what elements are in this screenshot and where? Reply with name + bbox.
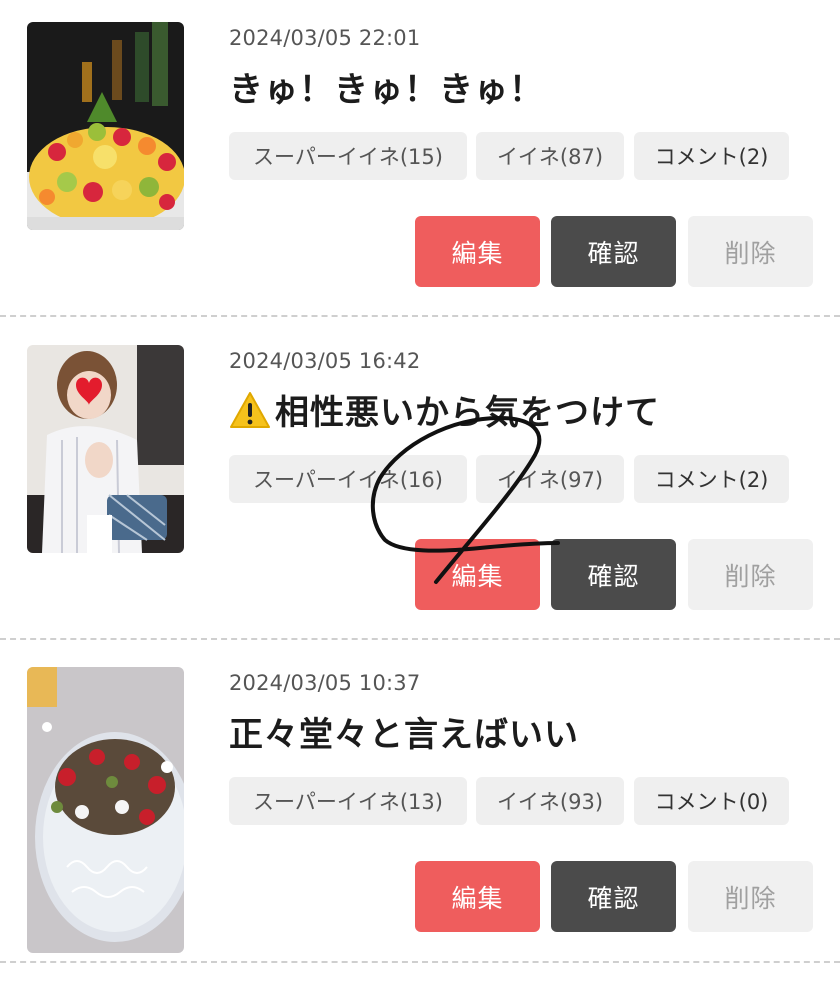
super-like-count[interactable]: スーパーイイネ(16) — [229, 455, 467, 503]
comment-count[interactable]: コメント(2) — [634, 455, 789, 503]
delete-button[interactable]: 削除 — [688, 861, 813, 932]
post-title[interactable]: きゅ！きゅ！きゅ！ — [229, 62, 544, 111]
delete-button[interactable]: 削除 — [688, 539, 813, 610]
super-like-count[interactable]: スーパーイイネ(13) — [229, 777, 467, 825]
post-timestamp: 2024/03/05 22:01 — [229, 26, 421, 50]
edit-button[interactable]: 編集 — [415, 861, 540, 932]
post-timestamp: 2024/03/05 16:42 — [229, 349, 421, 373]
post-divider — [0, 315, 840, 317]
like-count[interactable]: イイネ(93) — [476, 777, 624, 825]
post-title[interactable]: 相性悪いから気をつけて — [229, 385, 660, 434]
post-thumbnail[interactable] — [27, 22, 184, 230]
like-count[interactable]: イイネ(87) — [476, 132, 624, 180]
post-title-text: きゅ！きゅ！きゅ！ — [229, 70, 544, 110]
post-title[interactable]: 正々堂々と言えばいい — [229, 707, 579, 756]
fruit-platter-photo — [27, 22, 184, 230]
confirm-button[interactable]: 確認 — [551, 861, 676, 932]
comment-count[interactable]: コメント(2) — [634, 132, 789, 180]
confirm-button[interactable]: 確認 — [551, 216, 676, 287]
woman-photo-heart-sticker — [27, 345, 184, 553]
post-item: 2024/03/05 10:37 正々堂々と言えばいい スーパーイイネ(13) … — [0, 645, 840, 967]
super-like-count[interactable]: スーパーイイネ(15) — [229, 132, 467, 180]
post-item: 2024/03/05 16:42 相性悪いから気をつけて スーパーイイネ(16)… — [0, 323, 840, 645]
post-divider — [0, 961, 840, 963]
like-count[interactable]: イイネ(97) — [476, 455, 624, 503]
post-timestamp: 2024/03/05 10:37 — [229, 671, 421, 695]
delete-button[interactable]: 削除 — [688, 216, 813, 287]
edit-button[interactable]: 編集 — [415, 216, 540, 287]
post-title-text: 相性悪いから気をつけて — [275, 393, 660, 433]
post-thumbnail[interactable] — [27, 345, 184, 553]
confirm-button[interactable]: 確認 — [551, 539, 676, 610]
dessert-plate-photo — [27, 667, 184, 953]
post-divider — [0, 638, 840, 640]
warning-icon — [230, 392, 270, 428]
post-item: 2024/03/05 22:01 きゅ！きゅ！きゅ！ スーパーイイネ(15) イ… — [0, 0, 840, 322]
comment-count[interactable]: コメント(0) — [634, 777, 789, 825]
edit-button[interactable]: 編集 — [415, 539, 540, 610]
post-title-text: 正々堂々と言えばいい — [229, 715, 579, 755]
post-thumbnail[interactable] — [27, 667, 184, 953]
